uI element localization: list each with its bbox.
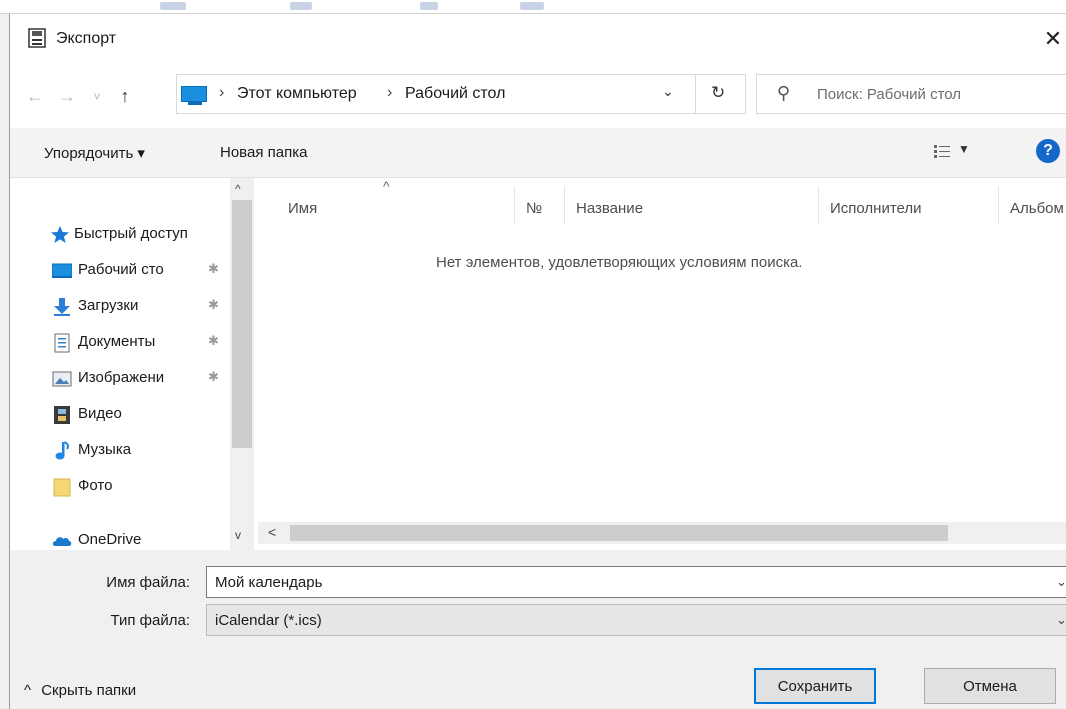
filename-input[interactable] (206, 566, 1066, 598)
export-dialog: Экспорт ✕ ← → ˅ ↑ › Этот компьютер › Раб… (10, 14, 1066, 709)
forward-button[interactable]: → (56, 86, 78, 107)
desktop-icon (52, 263, 72, 278)
address-dropdown-icon[interactable]: ⌄ (662, 83, 674, 100)
column-header-name[interactable]: Имя (288, 200, 317, 217)
search-box[interactable]: ⚲ Поиск: Рабочий стол (756, 74, 1066, 114)
organize-button[interactable]: Упорядочить ▾ (44, 144, 145, 162)
filetype-dropdown-icon[interactable]: ⌄ (1056, 612, 1066, 628)
refresh-icon[interactable]: ↻ (711, 83, 725, 103)
breadcrumb-this-pc[interactable]: Этот компьютер (237, 85, 357, 103)
navigation-bar: ← → ˅ ↑ › Этот компьютер › Рабочий стол … (10, 66, 1066, 128)
sidebar-item-documents[interactable]: Документы ✱ (10, 326, 230, 358)
title-bar: Экспорт ✕ (10, 14, 1066, 66)
background-window-strip (0, 0, 1066, 14)
sidebar-item-label: Документы (78, 333, 156, 350)
up-button[interactable]: ↑ (114, 86, 136, 107)
folder-icon (53, 478, 71, 497)
back-button[interactable]: ← (24, 86, 46, 107)
computer-icon (181, 86, 207, 105)
save-button[interactable]: Сохранить (754, 668, 876, 704)
new-folder-button[interactable]: Новая папка (220, 144, 307, 161)
close-button[interactable]: ✕ (1040, 24, 1066, 54)
search-placeholder: Поиск: Рабочий стол (817, 86, 962, 103)
onedrive-icon (52, 537, 72, 546)
pin-icon: ✱ (208, 261, 219, 276)
breadcrumb-separator: › (219, 84, 225, 101)
filename-label: Имя файла: (106, 574, 190, 591)
recent-locations-button[interactable]: ˅ (86, 89, 108, 104)
search-icon: ⚲ (777, 83, 791, 103)
sort-ascending-icon: ^ (383, 178, 390, 194)
downloads-icon (54, 298, 70, 316)
pictures-icon (52, 371, 72, 387)
video-icon (54, 406, 70, 424)
hide-folders-button[interactable]: ^ Скрыть папки (24, 682, 136, 699)
pin-icon: ✱ (208, 333, 219, 348)
command-bar: Упорядочить ▾ Новая папка ▼ ? (10, 128, 1066, 178)
documents-icon (54, 333, 70, 353)
column-header-artists[interactable]: Исполнители (830, 200, 922, 217)
scroll-up-icon[interactable]: ^ (235, 182, 241, 196)
breadcrumb-separator: › (387, 84, 393, 101)
sidebar-item-label: Фото (78, 477, 113, 494)
scroll-down-icon[interactable]: v (235, 528, 241, 542)
sidebar-item-label: Быстрый доступ (74, 225, 188, 242)
sidebar-item-photo[interactable]: Фото (10, 470, 230, 502)
filetype-select[interactable]: iCalendar (*.ics) (206, 604, 1066, 636)
save-form: Имя файла: ⌄ Тип файла: iCalendar (*.ics… (10, 550, 1066, 709)
sidebar-item-music[interactable]: Музыка (10, 434, 230, 466)
navigation-pane: Быстрый доступ Рабочий сто ✱ Загрузки ✱ (10, 178, 254, 550)
background-window-edge (0, 14, 10, 709)
view-options-icon[interactable] (934, 145, 950, 159)
help-button[interactable]: ? (1036, 139, 1060, 163)
view-dropdown-icon[interactable]: ▼ (958, 142, 970, 156)
music-icon (55, 441, 70, 460)
address-bar[interactable]: › Этот компьютер › Рабочий стол ⌄ ↻ (176, 74, 746, 114)
hide-folders-label: Скрыть папки (41, 682, 137, 699)
sidebar-item-label: OneDrive (78, 531, 142, 548)
sidebar-item-quick-access[interactable]: Быстрый доступ (10, 218, 230, 250)
sidebar-item-label: Изображени (78, 369, 165, 386)
sidebar-item-downloads[interactable]: Загрузки ✱ (10, 290, 230, 322)
scrollbar-thumb[interactable] (232, 200, 252, 448)
sidebar-item-desktop[interactable]: Рабочий сто ✱ (10, 254, 230, 286)
pin-icon: ✱ (208, 369, 219, 384)
navigation-pane-scrollbar[interactable]: ^ v (230, 178, 254, 550)
file-list: ^ Имя № Название Исполнители Альбом Нет … (258, 178, 1066, 550)
filetype-value: iCalendar (*.ics) (215, 612, 322, 629)
column-header-album[interactable]: Альбом (1010, 200, 1064, 217)
star-icon (51, 226, 69, 243)
filetype-label: Тип файла: (110, 612, 191, 629)
empty-list-message: Нет элементов, удовлетворяющих условиям … (436, 254, 803, 271)
chevron-up-icon: ^ (24, 682, 32, 699)
sidebar-item-pictures[interactable]: Изображени ✱ (10, 362, 230, 394)
file-list-scrollbar[interactable]: < (258, 522, 1066, 544)
breadcrumb-desktop[interactable]: Рабочий стол (405, 85, 505, 103)
save-dialog-icon (28, 28, 46, 48)
scroll-left-icon[interactable]: < (268, 524, 276, 540)
filename-dropdown-icon[interactable]: ⌄ (1056, 574, 1066, 590)
sidebar-item-label: Видео (78, 405, 122, 422)
column-header-title[interactable]: Название (576, 200, 643, 217)
column-header-number[interactable]: № (526, 200, 542, 217)
sidebar-item-label: Музыка (78, 441, 132, 458)
sidebar-item-video[interactable]: Видео (10, 398, 230, 430)
sidebar-item-label: Рабочий сто (78, 261, 164, 278)
sidebar-item-label: Загрузки (78, 297, 139, 314)
scrollbar-thumb[interactable] (290, 525, 948, 541)
cancel-button[interactable]: Отмена (924, 668, 1056, 704)
window-title: Экспорт (56, 30, 117, 47)
pin-icon: ✱ (208, 297, 219, 312)
